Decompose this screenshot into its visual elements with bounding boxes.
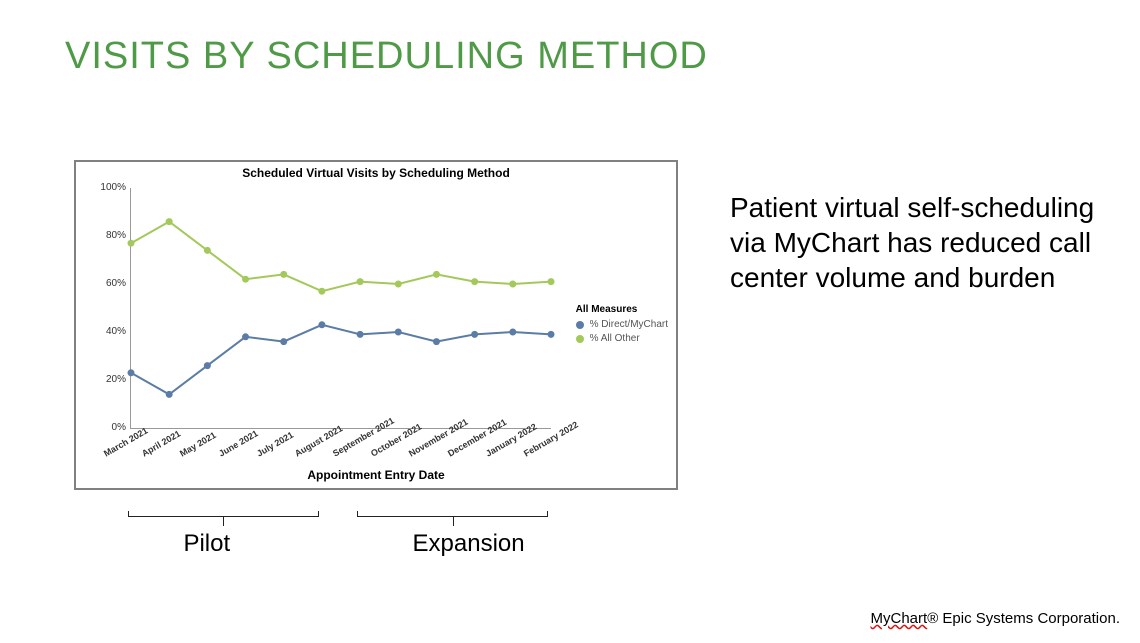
legend-item-other: % All Other: [576, 333, 668, 344]
plot-area: [130, 188, 551, 429]
data-point: [357, 331, 364, 338]
y-tick-label: 0%: [96, 422, 126, 433]
x-tick-label: May 2021: [178, 430, 218, 459]
legend-title: All Measures: [576, 304, 668, 315]
data-point: [433, 271, 440, 278]
phase-label: Expansion: [413, 530, 525, 558]
phase-bracket-tail: [223, 516, 224, 526]
data-point: [471, 278, 478, 285]
phase-bracket-tail: [453, 516, 454, 526]
chart-svg: [131, 188, 551, 428]
legend-label: % All Other: [590, 333, 640, 344]
y-tick-label: 20%: [96, 374, 126, 385]
data-point: [318, 321, 325, 328]
data-point: [280, 271, 287, 278]
data-point: [128, 240, 135, 247]
y-tick-label: 100%: [96, 182, 126, 193]
y-tick-label: 60%: [96, 278, 126, 289]
data-point: [509, 329, 516, 336]
slide: VISITS BY SCHEDULING METHOD Scheduled Vi…: [0, 0, 1140, 643]
data-point: [204, 247, 211, 254]
footnote: MyChart® Epic Systems Corporation.: [871, 610, 1121, 627]
data-point: [318, 288, 325, 295]
x-tick-label: July 2021: [255, 430, 295, 459]
data-point: [548, 278, 555, 285]
legend-label: % Direct/MyChart: [590, 319, 668, 330]
data-point: [128, 369, 135, 376]
data-point: [242, 333, 249, 340]
data-point: [280, 338, 287, 345]
slide-title: VISITS BY SCHEDULING METHOD: [65, 35, 708, 78]
footnote-brand: MyChart: [871, 610, 928, 627]
y-tick-label: 40%: [96, 326, 126, 337]
body-text: Patient virtual self-scheduling via MyCh…: [730, 190, 1100, 295]
data-point: [242, 276, 249, 283]
phase-label: Pilot: [183, 530, 230, 558]
y-tick-label: 80%: [96, 230, 126, 241]
footnote-registered: ®: [927, 610, 938, 627]
series-line: [131, 222, 551, 292]
legend-dot-icon: [576, 321, 584, 329]
x-axis-title: Appointment Entry Date: [76, 468, 676, 482]
data-point: [204, 362, 211, 369]
data-point: [509, 281, 516, 288]
chart-container: Scheduled Virtual Visits by Scheduling M…: [74, 160, 678, 490]
series-line: [131, 325, 551, 395]
data-point: [433, 338, 440, 345]
x-tick-label: June 2021: [217, 428, 260, 458]
legend: All Measures % Direct/MyChart % All Othe…: [576, 304, 668, 347]
data-point: [395, 281, 402, 288]
data-point: [548, 331, 555, 338]
data-point: [166, 218, 173, 225]
data-point: [395, 329, 402, 336]
footnote-rest: Epic Systems Corporation.: [938, 610, 1120, 627]
data-point: [357, 278, 364, 285]
chart-title: Scheduled Virtual Visits by Scheduling M…: [76, 166, 676, 180]
data-point: [166, 391, 173, 398]
legend-dot-icon: [576, 335, 584, 343]
data-point: [471, 331, 478, 338]
legend-item-direct: % Direct/MyChart: [576, 319, 668, 330]
